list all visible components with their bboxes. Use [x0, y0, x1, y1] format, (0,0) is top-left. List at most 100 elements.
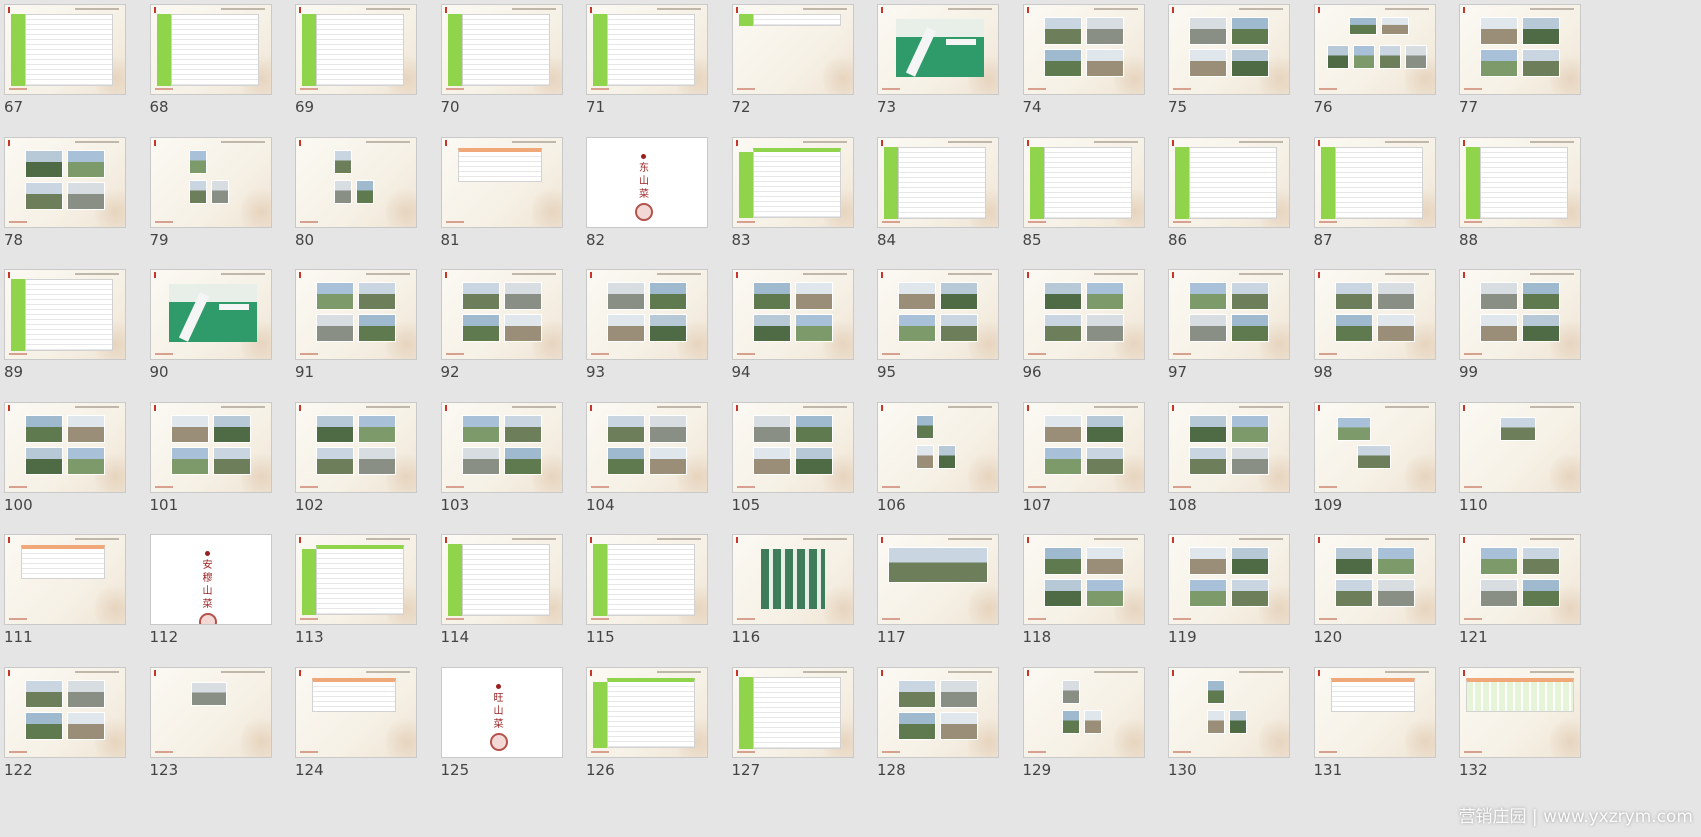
slide-preview[interactable]: [440, 4, 563, 95]
slide-thumbnail[interactable]: 92: [437, 265, 582, 395]
slide-preview[interactable]: [1313, 401, 1436, 493]
slide-preview[interactable]: [1022, 269, 1145, 360]
slide-preview[interactable]: [731, 666, 854, 758]
slide-preview[interactable]: [1022, 136, 1145, 228]
slide-thumbnail[interactable]: 127: [728, 663, 873, 793]
slide-preview[interactable]: [440, 534, 563, 625]
slide-preview[interactable]: [1168, 534, 1290, 625]
slide-preview[interactable]: [440, 401, 563, 493]
slide-thumbnail[interactable]: 86: [1164, 133, 1309, 263]
slide-preview[interactable]: [295, 136, 417, 228]
slide-preview[interactable]: [586, 534, 708, 625]
slide-thumbnail[interactable]: 104: [582, 398, 727, 528]
slide-thumbnail[interactable]: 95: [873, 265, 1018, 395]
slide-thumbnail[interactable]: 118: [1019, 530, 1164, 660]
slide-thumbnail[interactable]: 114: [437, 530, 582, 660]
slide-thumbnail[interactable]: 98: [1310, 265, 1455, 395]
slide-preview[interactable]: [731, 269, 854, 360]
slide-preview[interactable]: [1168, 269, 1290, 360]
slide-preview[interactable]: 安穆山菜: [149, 534, 272, 625]
slide-preview[interactable]: [877, 401, 999, 493]
slide-thumbnail[interactable]: 126: [582, 663, 727, 793]
slide-thumbnail[interactable]: 80: [291, 133, 436, 263]
slide-preview[interactable]: [149, 401, 272, 493]
slide-preview[interactable]: [586, 401, 708, 493]
slide-thumbnail[interactable]: 128: [873, 663, 1018, 793]
slide-thumbnail[interactable]: 116: [728, 530, 873, 660]
slide-preview[interactable]: [877, 534, 999, 625]
slide-thumbnail[interactable]: 109: [1310, 398, 1455, 528]
slide-preview[interactable]: [295, 534, 417, 625]
slide-preview[interactable]: [1459, 269, 1581, 360]
slide-preview[interactable]: [1459, 136, 1581, 228]
slide-preview[interactable]: [731, 136, 854, 228]
slide-preview[interactable]: 旺山菜: [440, 666, 563, 758]
slide-thumbnail[interactable]: 107: [1019, 398, 1164, 528]
slide-preview[interactable]: [4, 4, 126, 95]
slide-thumbnail[interactable]: 75: [1164, 0, 1309, 130]
slide-preview[interactable]: [295, 401, 417, 493]
slide-thumbnail[interactable]: 123: [146, 663, 291, 793]
slide-thumbnail[interactable]: 100: [0, 398, 145, 528]
slide-preview[interactable]: [1022, 666, 1145, 758]
slide-thumbnail[interactable]: 121: [1455, 530, 1600, 660]
slide-thumbnail[interactable]: 71: [582, 0, 727, 130]
slide-preview[interactable]: [586, 269, 708, 360]
slide-thumbnail[interactable]: 97: [1164, 265, 1309, 395]
slide-thumbnail[interactable]: 73: [873, 0, 1018, 130]
slide-thumbnail[interactable]: 69: [291, 0, 436, 130]
slide-thumbnail[interactable]: 103: [437, 398, 582, 528]
slide-preview[interactable]: [731, 4, 854, 95]
slide-thumbnail[interactable]: 74: [1019, 0, 1164, 130]
slide-preview[interactable]: [4, 401, 126, 493]
slide-preview[interactable]: [1313, 4, 1436, 95]
slide-preview[interactable]: 东山菜: [586, 136, 708, 228]
slide-thumbnail[interactable]: 东山菜 82: [582, 133, 727, 263]
slide-thumbnail[interactable]: 89: [0, 265, 145, 395]
slide-preview[interactable]: [1313, 534, 1436, 625]
slide-thumbnail[interactable]: 131: [1310, 663, 1455, 793]
slide-preview[interactable]: [877, 4, 999, 95]
slide-preview[interactable]: [440, 136, 563, 228]
slide-preview[interactable]: [586, 4, 708, 95]
slide-preview[interactable]: [295, 666, 417, 758]
slide-preview[interactable]: [1459, 666, 1581, 758]
slide-thumbnail[interactable]: 115: [582, 530, 727, 660]
slide-thumbnail[interactable]: 105: [728, 398, 873, 528]
slide-thumbnail[interactable]: 83: [728, 133, 873, 263]
slide-preview[interactable]: [149, 136, 272, 228]
slide-thumbnail[interactable]: 安穆山菜 112: [146, 530, 291, 660]
slide-thumbnail[interactable]: 108: [1164, 398, 1309, 528]
slide-thumbnail[interactable]: 132: [1455, 663, 1600, 793]
slide-thumbnail[interactable]: 85: [1019, 133, 1164, 263]
slide-thumbnail[interactable]: 76: [1310, 0, 1455, 130]
slide-preview[interactable]: [4, 534, 126, 625]
slide-preview[interactable]: [4, 666, 126, 758]
slide-preview[interactable]: [4, 136, 126, 228]
slide-thumbnail[interactable]: 113: [291, 530, 436, 660]
slide-preview[interactable]: [731, 534, 854, 625]
slide-preview[interactable]: [4, 269, 126, 360]
slide-preview[interactable]: [149, 666, 272, 758]
slide-preview[interactable]: [731, 401, 854, 493]
slide-thumbnail[interactable]: 91: [291, 265, 436, 395]
slide-thumbnail[interactable]: 117: [873, 530, 1018, 660]
slide-thumbnail[interactable]: 93: [582, 265, 727, 395]
slide-thumbnail[interactable]: 旺山菜 125: [437, 663, 582, 793]
slide-thumbnail[interactable]: 130: [1164, 663, 1309, 793]
slide-thumbnail[interactable]: 72: [728, 0, 873, 130]
slide-preview[interactable]: [877, 269, 999, 360]
slide-preview[interactable]: [149, 269, 272, 360]
slide-thumbnail[interactable]: 77: [1455, 0, 1600, 130]
slide-preview[interactable]: [149, 4, 272, 95]
slide-thumbnail[interactable]: 68: [146, 0, 291, 130]
slide-preview[interactable]: [1313, 136, 1436, 228]
slide-thumbnail[interactable]: 96: [1019, 265, 1164, 395]
slide-preview[interactable]: [1022, 534, 1145, 625]
slide-thumbnail[interactable]: 84: [873, 133, 1018, 263]
slide-thumbnail[interactable]: 88: [1455, 133, 1600, 263]
slide-preview[interactable]: [877, 136, 999, 228]
slide-preview[interactable]: [1168, 401, 1290, 493]
slide-preview[interactable]: [1459, 534, 1581, 625]
slide-thumbnail[interactable]: 110: [1455, 398, 1600, 528]
